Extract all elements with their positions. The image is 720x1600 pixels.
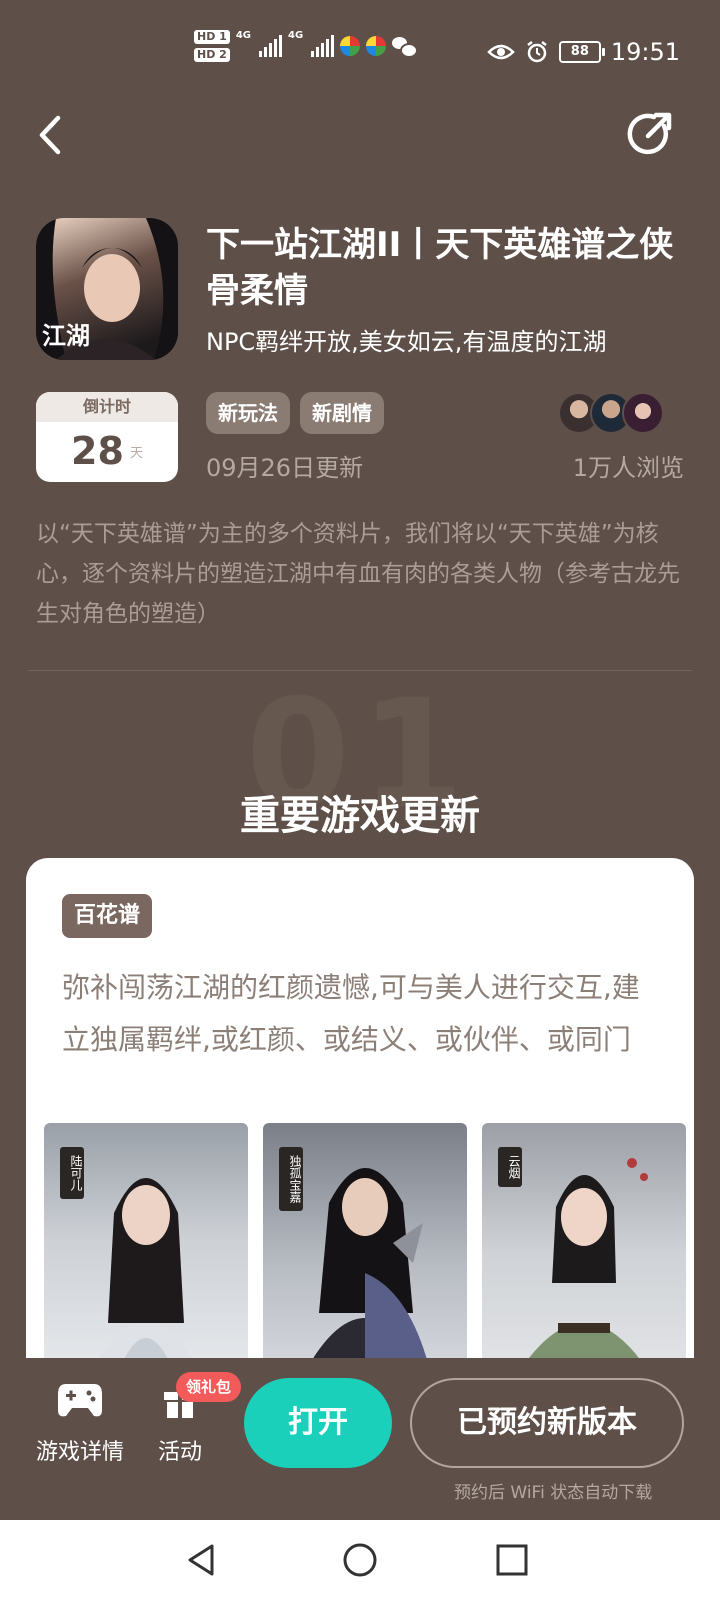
countdown-label: 倒计时 <box>36 392 178 422</box>
app-icon-logo: 江湖 <box>42 321 90 350</box>
square-recents-icon <box>496 1544 528 1576</box>
tag-new-gameplay: 新玩法 <box>206 392 290 434</box>
open-button[interactable]: 打开 <box>244 1378 392 1468</box>
triangle-back-icon <box>188 1544 214 1576</box>
sim2-badge: HD 2 <box>194 48 230 62</box>
network2-label: 4G <box>288 30 304 41</box>
countdown-value: 28 <box>71 429 124 473</box>
app-notification-icon <box>366 36 387 56</box>
portrait-name: 陆可儿 <box>60 1147 84 1199</box>
action-bar: 游戏详情 活动 领礼包 打开 已预约新版本 预约后 WiFi 状态自动下载 <box>0 1358 720 1520</box>
viewer-avatars <box>558 392 668 436</box>
reserved-button[interactable]: 已预约新版本 <box>410 1378 684 1468</box>
wechat-icon <box>392 37 419 58</box>
portrait-card[interactable]: 云烟 <box>482 1123 686 1383</box>
nav-back-button[interactable] <box>182 1540 222 1580</box>
wifi-note: 预约后 WiFi 状态自动下载 <box>454 1483 653 1503</box>
game-details-label: 游戏详情 <box>35 1440 124 1465</box>
section-title: 重要游戏更新 <box>240 793 480 839</box>
back-button[interactable] <box>28 110 78 160</box>
nav-recents-button[interactable] <box>492 1540 532 1580</box>
status-left: HD 1 HD 2 4G 4G <box>194 30 419 62</box>
sim1-badge: HD 1 <box>194 30 230 44</box>
game-details-button[interactable]: 游戏详情 <box>34 1380 126 1466</box>
page-title: 下一站江湖II丨天下英雄谱之侠骨柔情 <box>206 225 674 311</box>
nav-home-button[interactable] <box>340 1540 380 1580</box>
circle-home-icon <box>343 1543 377 1577</box>
alarm-icon <box>527 41 547 63</box>
tag-list: 新玩法 新剧情 <box>206 392 384 434</box>
view-count: 1万人浏览 <box>572 454 684 482</box>
eye-icon <box>487 44 515 60</box>
gamepad-icon <box>58 1384 102 1417</box>
portrait-card[interactable]: 陆可儿 <box>44 1123 248 1383</box>
status-bar: HD 1 HD 2 4G 4G 88 19:51 <box>0 0 720 100</box>
battery-icon: 88 <box>558 41 605 63</box>
portrait-card[interactable]: 独孤宝嘉 <box>263 1123 467 1383</box>
network1-label: 4G <box>235 30 251 41</box>
app-notification-icon <box>340 36 361 56</box>
clock: 19:51 <box>610 38 680 66</box>
tag-new-story: 新剧情 <box>300 392 384 434</box>
countdown-value-wrap: 28 天 <box>36 422 178 482</box>
portrait-name: 云烟 <box>498 1147 522 1187</box>
countdown-unit: 天 <box>129 445 143 461</box>
update-date: 09月26日更新 <box>206 454 364 482</box>
chevron-left-icon <box>39 115 61 155</box>
card-tag: 百花谱 <box>62 894 153 938</box>
signal2-icon <box>311 35 335 57</box>
avatar <box>622 392 664 434</box>
system-nav-bar <box>0 1520 720 1600</box>
signal1-icon <box>259 35 282 57</box>
app-icon: 江湖 <box>36 218 178 360</box>
description: 以“天下英雄谱”为主的多个资料片，我们将以“天下英雄”为核心，逐个资料片的塑造江… <box>36 521 680 627</box>
card-text: 弥补闯荡江湖的红颜遗憾,可与美人进行交互,建立独属羁绊,或红颜、或结义、或伙伴、… <box>62 971 640 1056</box>
activity-label: 活动 <box>157 1440 202 1465</box>
share-icon <box>627 112 672 155</box>
status-right: 88 19:51 <box>487 38 680 66</box>
portrait-name: 独孤宝嘉 <box>279 1147 303 1211</box>
page-subtitle: NPC羁绊开放,美女如云,有温度的江湖 <box>206 328 607 356</box>
countdown-card: 倒计时 28 天 <box>36 392 178 482</box>
share-button[interactable] <box>624 108 676 160</box>
gift-badge: 领礼包 <box>176 1372 242 1402</box>
feature-card: 百花谱 弥补闯荡江湖的红颜遗憾,可与美人进行交互,建立独属羁绊,或红颜、或结义、… <box>26 858 694 1418</box>
